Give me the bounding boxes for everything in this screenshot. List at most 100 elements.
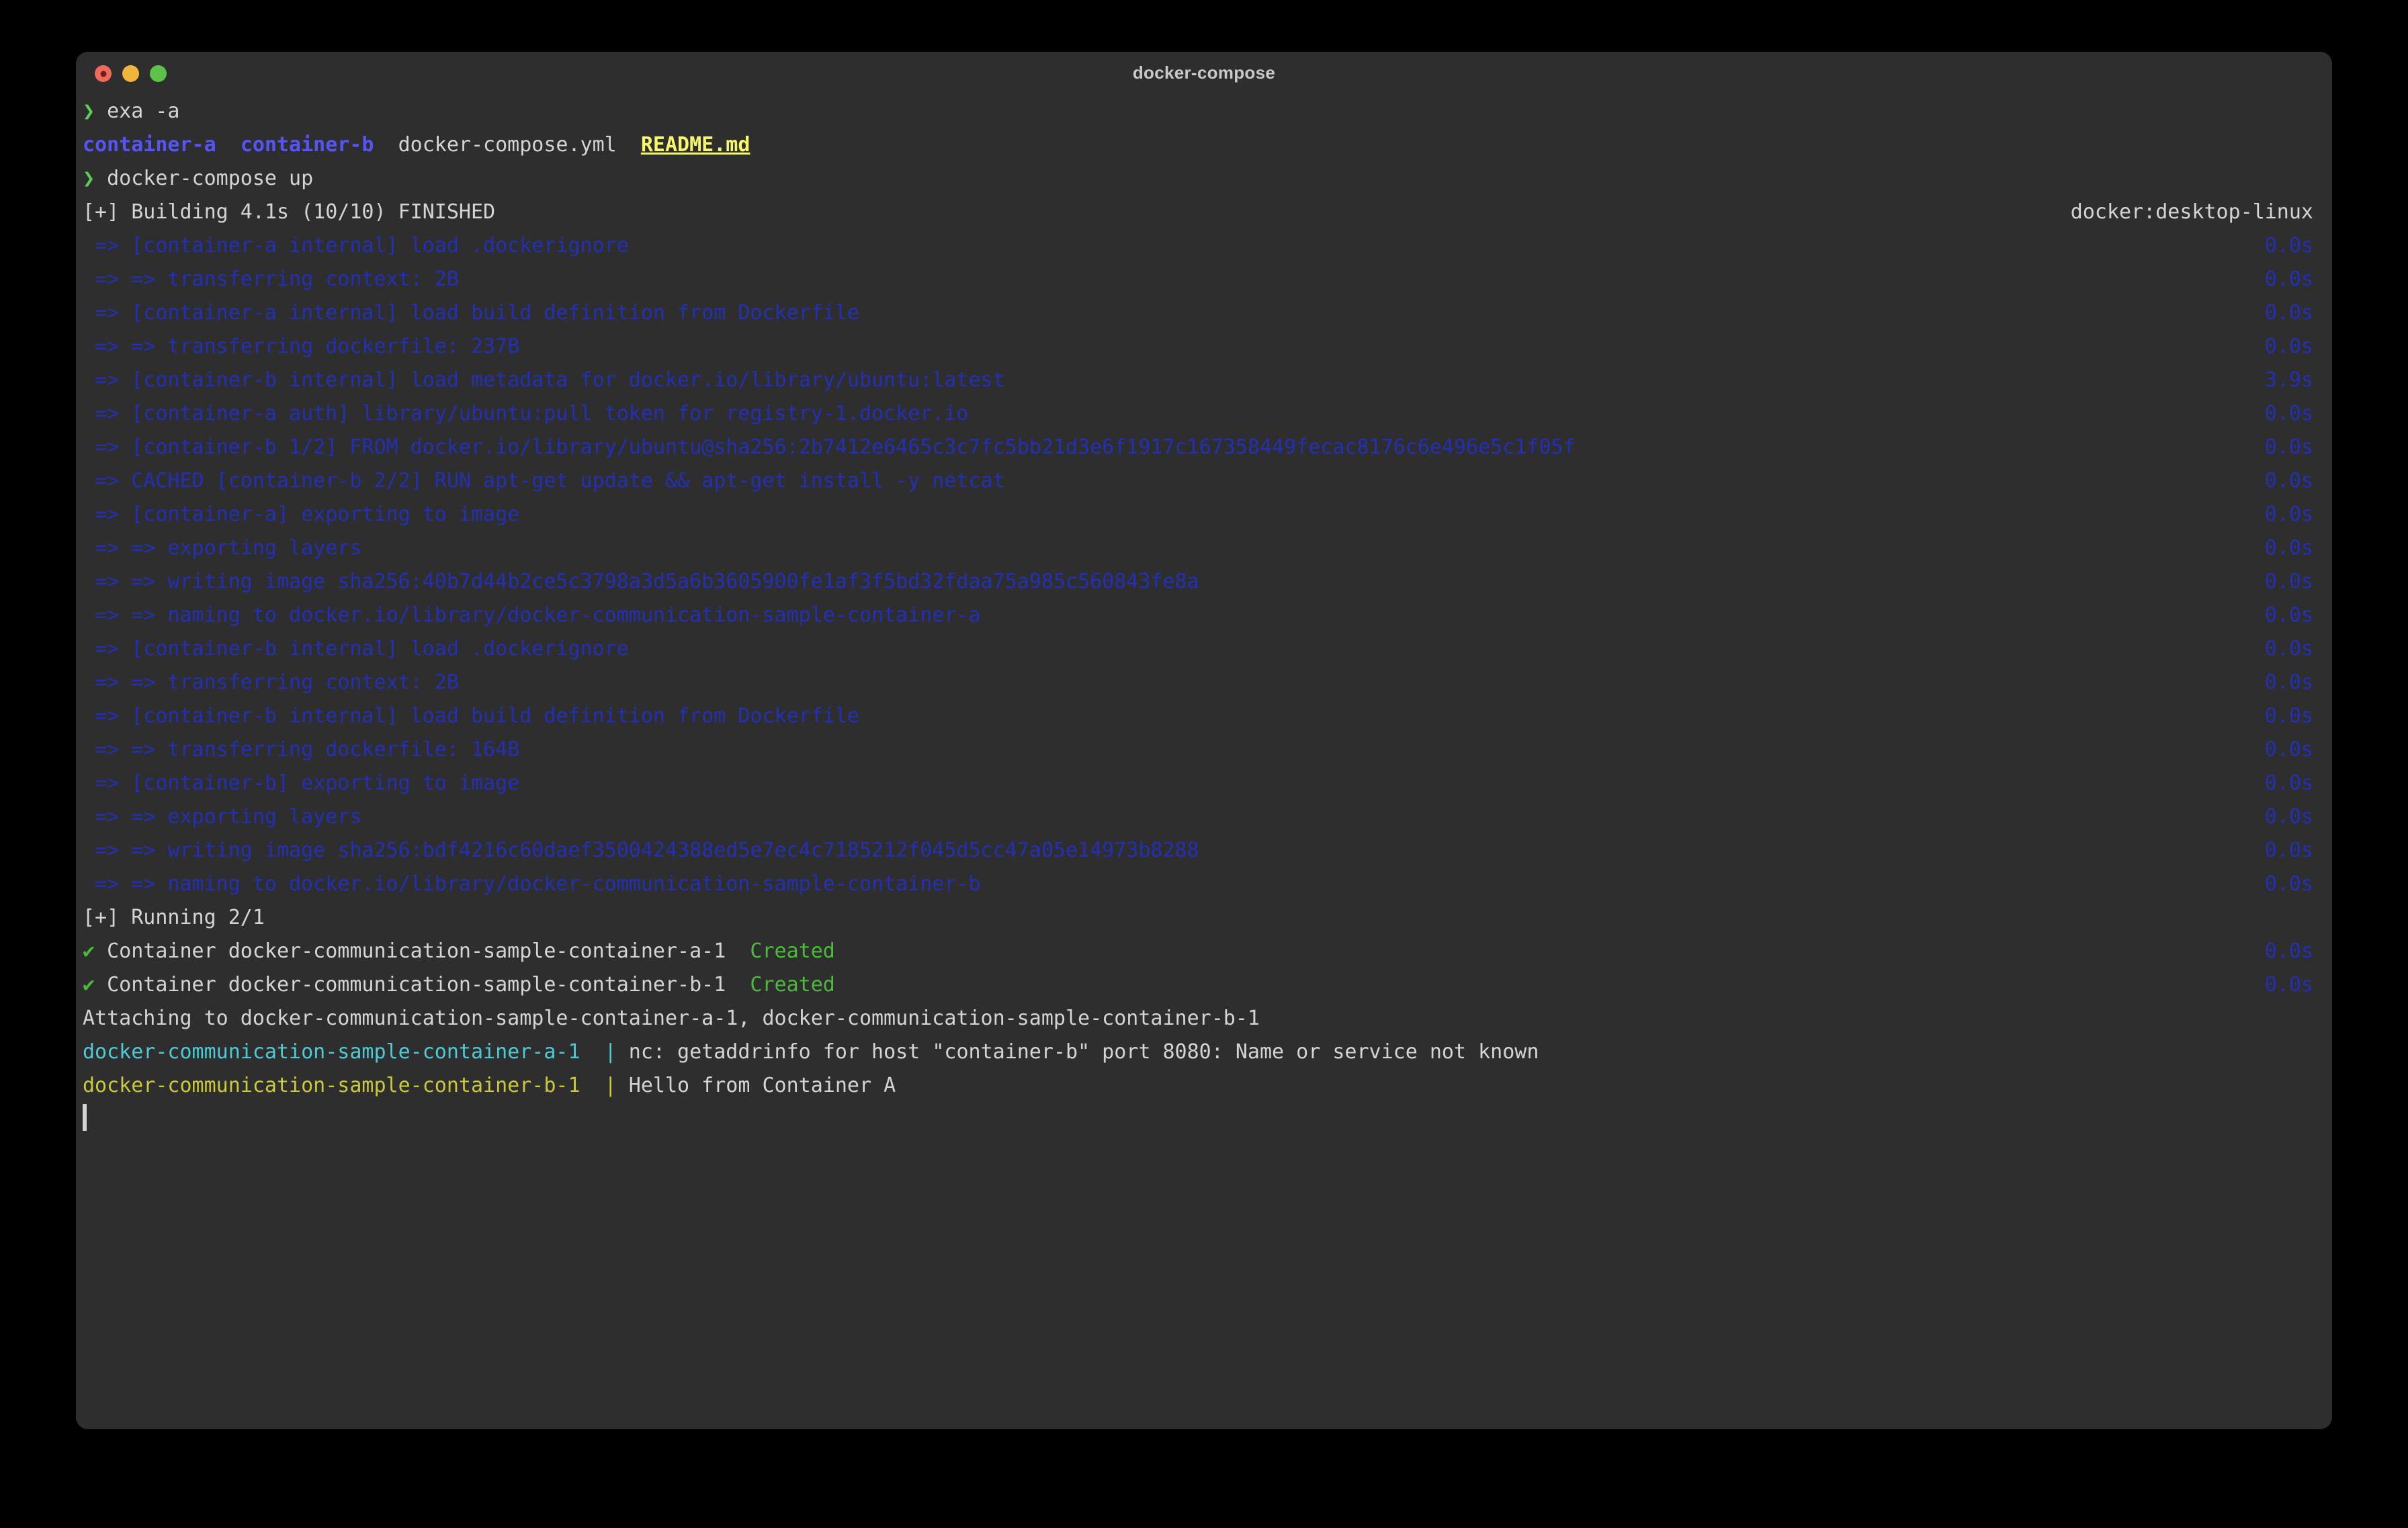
build-step-text: => => writing image sha256:bdf4216c60dae…	[83, 839, 1199, 862]
window-titlebar[interactable]: docker-compose	[76, 52, 2332, 95]
ls-output-row: container-a container-b docker-compose.y…	[76, 128, 2332, 162]
dir-container-a[interactable]: container-a	[83, 133, 216, 157]
file-readme-md[interactable]: README.md	[641, 133, 750, 157]
container-log-list: docker-communication-sample-container-a-…	[76, 1035, 2332, 1103]
build-step-time: 0.0s	[2264, 805, 2313, 829]
build-step-text: => => naming to docker.io/library/docker…	[83, 872, 981, 896]
build-step-text: => => naming to docker.io/library/docker…	[83, 603, 981, 627]
build-step-text: => [container-a internal] load .dockerig…	[83, 234, 629, 257]
prompt-symbol: ❯	[83, 99, 95, 123]
build-step-row: => => transferring dockerfile: 164B 0.0s	[76, 733, 2332, 767]
build-step-time: 0.0s	[2264, 435, 2313, 459]
container-status-row: ✔ Container docker-communication-sample-…	[76, 968, 2332, 1002]
build-step-row: => => exporting layers 0.0s	[76, 532, 2332, 565]
cursor-line	[76, 1103, 2332, 1136]
build-step-row: => [container-b 1/2] FROM docker.io/libr…	[76, 431, 2332, 464]
build-step-text: => [container-b internal] load .dockerig…	[83, 637, 629, 661]
build-step-time: 0.0s	[2264, 469, 2313, 493]
build-step-text: => => writing image sha256:40b7d44b2ce5c…	[83, 570, 1199, 593]
log-separator: |	[604, 1040, 617, 1064]
dir-container-b[interactable]: container-b	[241, 133, 374, 157]
build-step-time: 0.0s	[2264, 603, 2313, 627]
build-step-row: => [container-b internal] load build def…	[76, 699, 2332, 733]
log-message: nc: getaddrinfo for host "container-b" p…	[628, 1040, 1539, 1064]
build-step-row: => => transferring dockerfile: 237B 0.0s	[76, 330, 2332, 364]
build-step-text: => [container-b internal] load metadata …	[83, 368, 1005, 392]
build-step-text: => [container-a internal] load build def…	[83, 301, 859, 325]
build-step-time: 0.0s	[2264, 671, 2313, 694]
build-step-time: 3.9s	[2264, 368, 2313, 392]
build-step-text: => => exporting layers	[83, 805, 362, 829]
container-log-row: docker-communication-sample-container-a-…	[76, 1035, 2332, 1069]
build-step-text: => CACHED [container-b 2/2] RUN apt-get …	[83, 469, 1005, 493]
build-step-row: => [container-a auth] library/ubuntu:pul…	[76, 397, 2332, 431]
running-header-text: [+] Running 2/1	[83, 906, 265, 929]
build-header-text: [+] Building 4.1s (10/10) FINISHED	[83, 200, 496, 224]
running-header-line: [+] Running 2/1	[76, 901, 2332, 935]
build-step-text: => => transferring context: 2B	[83, 671, 459, 694]
container-status-time: 0.0s	[2264, 939, 2313, 963]
text-cursor	[83, 1104, 87, 1131]
build-step-text: => => transferring dockerfile: 237B	[83, 335, 520, 358]
build-step-time: 0.0s	[2264, 839, 2313, 862]
build-step-row: => => transferring context: 2B 0.0s	[76, 263, 2332, 296]
build-step-row: => [container-b internal] load metadata …	[76, 364, 2332, 397]
terminal-window[interactable]: docker-compose ❯ exa -a container-a cont…	[76, 52, 2332, 1429]
build-step-row: => [container-b internal] load .dockerig…	[76, 632, 2332, 666]
build-step-text: => => exporting layers	[83, 536, 362, 560]
build-step-time: 0.0s	[2264, 771, 2313, 795]
terminal-content[interactable]: ❯ exa -a container-a container-b docker-…	[76, 95, 2332, 1136]
container-status-badge: Created	[750, 939, 835, 963]
build-step-row: => [container-a internal] load build def…	[76, 296, 2332, 330]
prompt-symbol: ❯	[83, 167, 95, 190]
build-step-time: 0.0s	[2264, 301, 2313, 325]
build-builder-label: docker:desktop-linux	[2070, 200, 2313, 224]
log-message: Hello from Container A	[628, 1074, 896, 1097]
build-step-time: 0.0s	[2264, 738, 2313, 761]
container-name-label: Container docker-communication-sample-co…	[95, 973, 726, 996]
command-text-value: exa -a	[107, 99, 180, 123]
attaching-text: Attaching to docker-communication-sample…	[83, 1007, 1260, 1030]
container-status-list: ✔ Container docker-communication-sample-…	[76, 935, 2332, 1002]
build-step-time: 0.0s	[2264, 536, 2313, 560]
build-step-text: => => transferring dockerfile: 164B	[83, 738, 520, 761]
build-step-text: => [container-a] exporting to image	[83, 503, 520, 526]
build-step-time: 0.0s	[2264, 503, 2313, 526]
build-step-row: => => naming to docker.io/library/docker…	[76, 867, 2332, 901]
build-steps-list: => [container-a internal] load .dockerig…	[76, 229, 2332, 901]
build-header-line: [+] Building 4.1s (10/10) FINISHED docker…	[76, 196, 2332, 229]
build-step-time: 0.0s	[2264, 704, 2313, 728]
container-status-row: ✔ Container docker-communication-sample-…	[76, 935, 2332, 968]
container-status-badge: Created	[750, 973, 835, 996]
build-step-time: 0.0s	[2264, 637, 2313, 661]
build-step-time: 0.0s	[2264, 335, 2313, 358]
command-line: ❯ docker-compose up	[76, 162, 2332, 196]
build-step-text: => [container-a auth] library/ubuntu:pul…	[83, 402, 969, 425]
build-step-row: => CACHED [container-b 2/2] RUN apt-get …	[76, 464, 2332, 498]
build-step-row: => => naming to docker.io/library/docker…	[76, 599, 2332, 632]
container-status-time: 0.0s	[2264, 973, 2313, 996]
build-step-time: 0.0s	[2264, 234, 2313, 257]
log-source-prefix: docker-communication-sample-container-b-…	[83, 1074, 580, 1097]
build-step-time: 0.0s	[2264, 570, 2313, 593]
build-step-text: => [container-b internal] load build def…	[83, 704, 859, 728]
build-step-time: 0.0s	[2264, 402, 2313, 425]
build-step-row: => => writing image sha256:40b7d44b2ce5c…	[76, 565, 2332, 599]
build-step-text: => [container-b 1/2] FROM docker.io/libr…	[83, 435, 1576, 459]
check-icon: ✔	[83, 939, 95, 963]
window-title: docker-compose	[1132, 62, 1276, 83]
build-step-text: => => transferring context: 2B	[83, 267, 459, 291]
build-step-time: 0.0s	[2264, 872, 2313, 896]
build-step-text: => [container-b] exporting to image	[83, 771, 520, 795]
log-source-prefix: docker-communication-sample-container-a-…	[83, 1040, 580, 1064]
check-icon: ✔	[83, 973, 95, 996]
command-text-value: docker-compose up	[107, 167, 314, 190]
build-step-row: => => exporting layers 0.0s	[76, 800, 2332, 834]
build-step-row: => => writing image sha256:bdf4216c60dae…	[76, 834, 2332, 867]
command-text	[95, 99, 107, 123]
container-name-label: Container docker-communication-sample-co…	[95, 939, 726, 963]
build-step-row: => => transferring context: 2B 0.0s	[76, 666, 2332, 699]
build-step-time: 0.0s	[2264, 267, 2313, 291]
build-step-row: => [container-a internal] load .dockerig…	[76, 229, 2332, 263]
file-docker-compose-yml[interactable]: docker-compose.yml	[398, 133, 617, 157]
